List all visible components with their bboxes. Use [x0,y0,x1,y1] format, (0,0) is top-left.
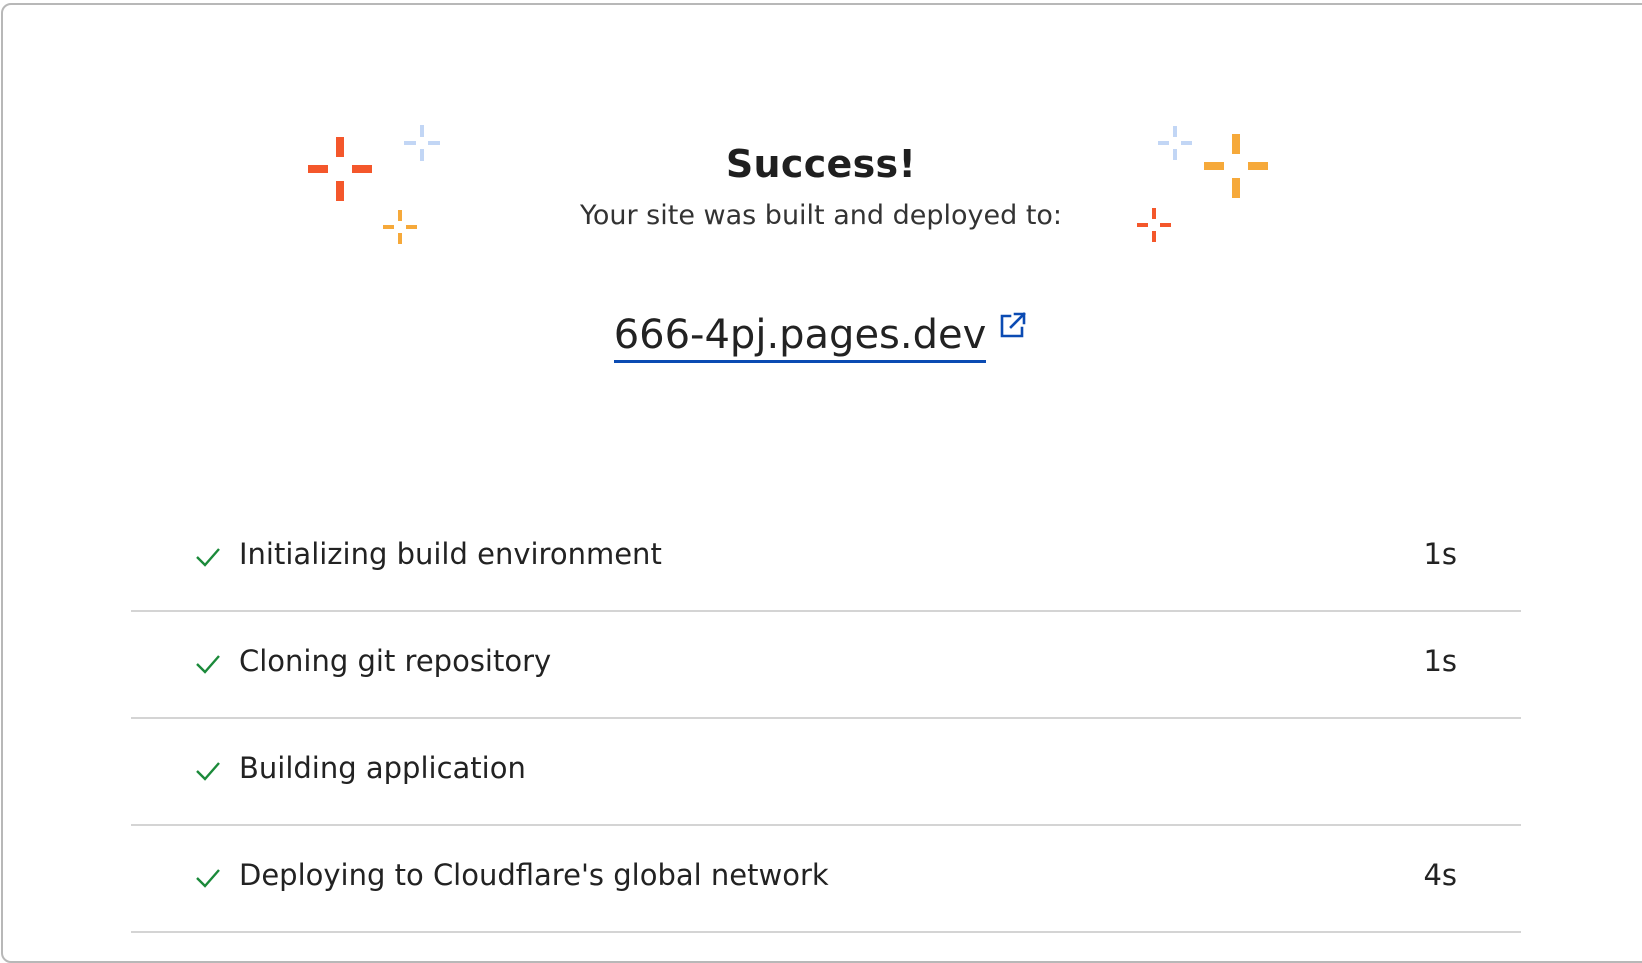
build-step-row: Cloning git repository 1s [131,612,1521,719]
success-title: Success! [725,142,917,186]
check-icon [196,869,220,888]
deployed-site-link[interactable]: 666-4pj.pages.dev [613,312,987,363]
check-icon [196,762,220,781]
build-step-duration: 1s [1423,644,1457,678]
build-step-label: Deploying to Cloudflare's global network [239,858,829,892]
check-icon [196,655,220,674]
build-step-duration: 1s [1423,537,1457,571]
build-steps-list: Initializing build environment 1s Clonin… [131,505,1521,933]
check-icon [196,548,220,567]
build-step-label: Cloning git repository [239,644,552,678]
build-step-label: Building application [239,751,526,785]
build-step-row: Building application [131,719,1521,826]
deployed-site-link-row: 666-4pj.pages.dev [0,310,1642,363]
build-step-row: Initializing build environment 1s [131,505,1521,612]
build-step-row: Deploying to Cloudflare's global network… [131,826,1521,933]
external-link-icon[interactable] [998,310,1028,340]
build-step-label: Initializing build environment [239,537,662,571]
success-subtitle: Your site was built and deployed to: [579,200,1063,231]
build-step-duration: 4s [1423,858,1457,892]
success-hero: Success! Your site was built and deploye… [0,0,1642,420]
